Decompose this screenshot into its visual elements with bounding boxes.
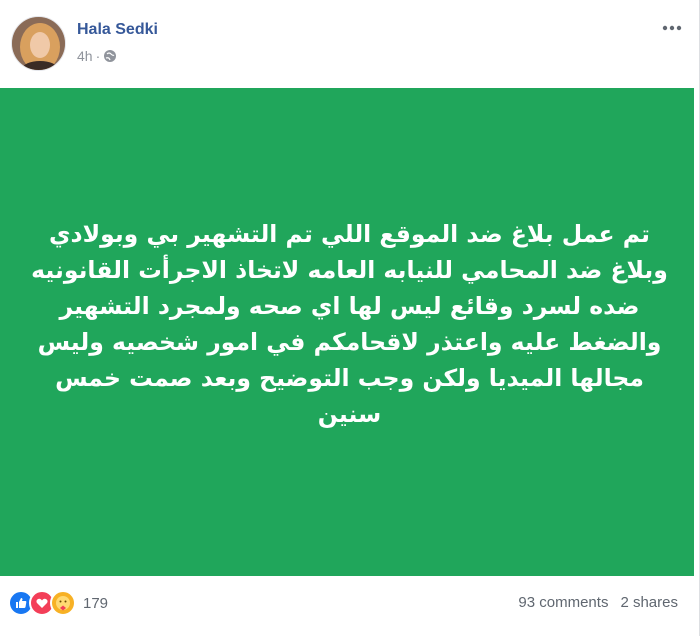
status-line: سنين [317, 400, 382, 428]
shares-link[interactable]: 2 shares [620, 594, 678, 611]
status-line: وبلاغ ضد المحامي للنيابه العامه لاتخاذ ا… [31, 256, 668, 284]
comments-link[interactable]: 93 comments [518, 594, 608, 611]
post-meta: 4h · [77, 48, 117, 64]
post-footer: 179 93 comments 2 shares [0, 582, 694, 622]
status-line: ضده لسرد وقائع ليس لها اي صحه ولمجرد الت… [59, 292, 640, 320]
care-icon [50, 590, 76, 616]
status-text: تم عمل بلاغ ضد الموقع اللي تم التشهير بي… [24, 216, 675, 432]
status-line: والضغط عليه واعتذر لاقحامكم في امور شخصي… [37, 328, 662, 356]
post-header: Hala Sedki 4h · [0, 0, 700, 80]
globe-icon[interactable] [103, 49, 117, 63]
avatar-photo-icon [12, 17, 65, 70]
status-line: تم عمل بلاغ ضد الموقع اللي تم التشهير بي… [49, 220, 650, 248]
post-stats: 93 comments 2 shares [518, 594, 678, 611]
more-options-icon[interactable] [660, 16, 684, 40]
reaction-count: 179 [83, 594, 109, 612]
status-line: مجالها الميديا ولكن وجب التوضيح وبعد صمت… [55, 364, 644, 392]
facebook-post: Hala Sedki 4h · تم عمل بلاغ ضد الموقع ال… [0, 0, 700, 636]
author-name[interactable]: Hala Sedki [77, 21, 158, 39]
author-avatar[interactable] [11, 16, 66, 71]
post-time[interactable]: 4h [77, 48, 93, 64]
reactions-summary[interactable]: 179 [8, 590, 108, 616]
